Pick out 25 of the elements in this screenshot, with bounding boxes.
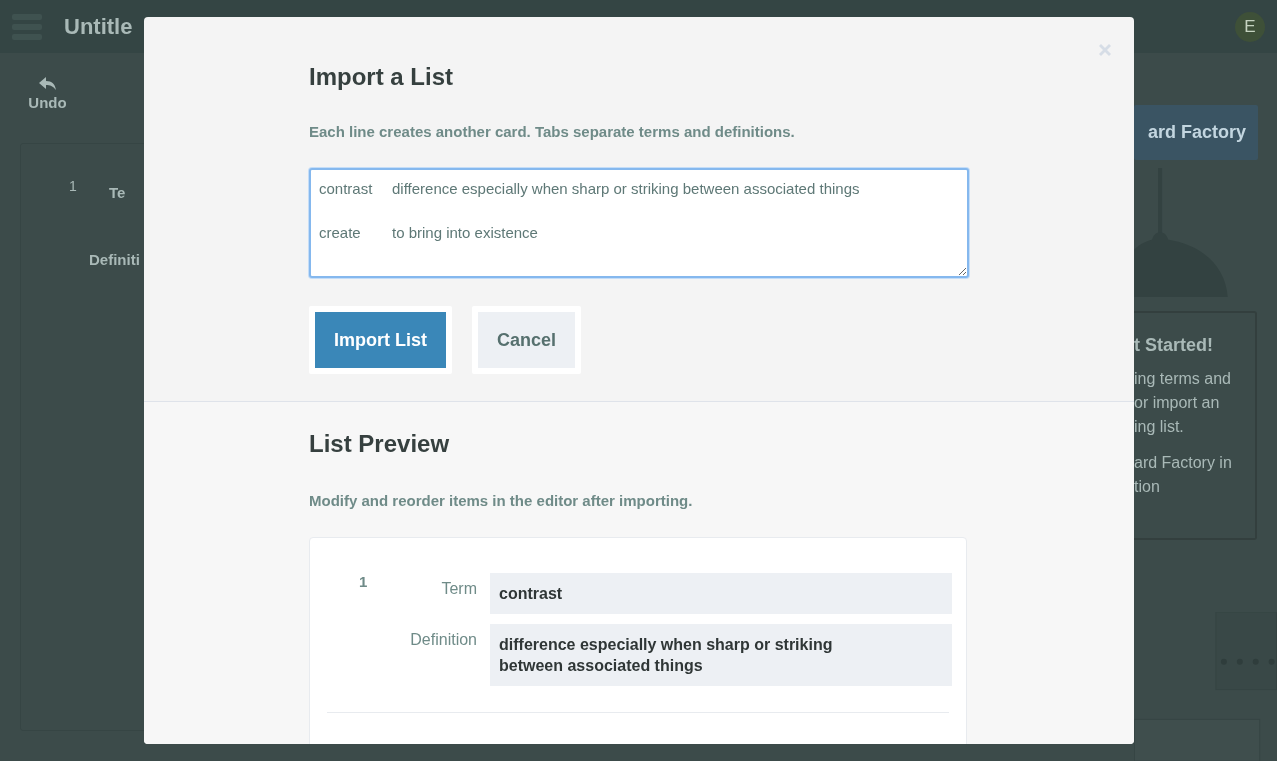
term-label: Term (440, 579, 478, 599)
definition-label: Definition (409, 630, 478, 650)
hint-text: Modify and reorder items in the editor after importing. (309, 492, 694, 509)
term-label: Te (109, 183, 126, 201)
item-number: 1 (358, 573, 369, 592)
list-input-field[interactable]: contrast difference especially when sharp or striking between associated things create to bring into existence (309, 168, 969, 278)
section-title: List Preview (309, 430, 451, 458)
card-text: ing terms and or import an ing list. (1134, 368, 1232, 437)
dialog-title: Import a List (309, 63, 454, 91)
close-button[interactable] (1098, 43, 1112, 57)
card-factory-button[interactable]: ard Factory (1134, 105, 1258, 160)
term-field[interactable]: contrast (490, 573, 952, 614)
document-title: Untitle (64, 13, 133, 40)
import-list-button[interactable]: Import List (315, 312, 446, 368)
cancel-button[interactable]: Cancel (478, 312, 576, 368)
definition-field[interactable]: difference especially when sharp or striking between associated things (490, 624, 952, 686)
card-heading: t Started! (1134, 333, 1214, 357)
undo-button[interactable]: Undo (20, 77, 75, 111)
avatar[interactable]: E (1235, 11, 1265, 42)
row-number: 1 (69, 178, 77, 196)
card-text: ard Factory in tion (1134, 452, 1233, 497)
undo-arrow-icon (38, 77, 57, 91)
instructions-text: Each line creates another card. Tabs separate terms and definitions. (309, 123, 796, 140)
close-icon (1098, 43, 1112, 57)
definition-label: Definiti (88, 251, 140, 268)
